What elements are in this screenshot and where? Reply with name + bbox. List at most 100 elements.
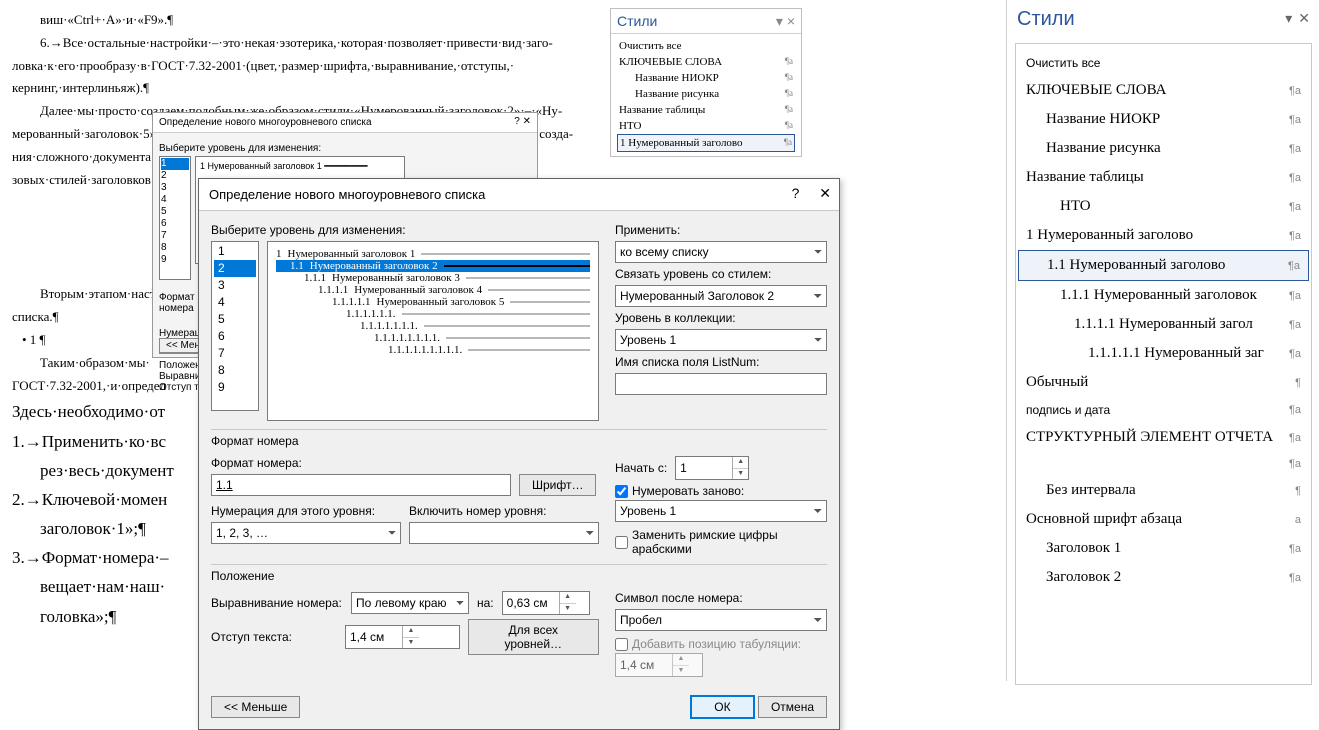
start-spinner[interactable]: ▲▼ (675, 456, 749, 480)
dlg-back-level-list[interactable]: 123456789 (159, 156, 191, 280)
link-style-select[interactable]: Нумерованный Заголовок 2 (615, 285, 827, 307)
styles-small-item[interactable]: Название рисунка¶a (617, 86, 795, 102)
dropdown-icon[interactable]: ▾ (1285, 10, 1292, 26)
follow-label: Символ после номера: (615, 591, 827, 605)
numtype-select[interactable]: 1, 2, 3, … (211, 522, 401, 544)
spin-down-icon[interactable]: ▼ (403, 638, 419, 649)
roman-checkbox[interactable]: Заменить римские цифры арабскими (615, 528, 827, 556)
spin-down-icon[interactable]: ▼ (733, 469, 748, 480)
all-levels-button[interactable]: Для всех уровней… (468, 619, 599, 655)
align-select[interactable]: По левому краю (351, 592, 469, 614)
apply-label: Применить: (615, 223, 827, 237)
collection-label: Уровень в коллекции: (615, 311, 827, 325)
cancel-button[interactable]: Отмена (758, 696, 827, 718)
spin-up-icon[interactable]: ▲ (403, 626, 419, 638)
apply-select[interactable]: ко всему списку (615, 241, 827, 263)
styles-big-title: Стили ▾✕ (1007, 0, 1319, 39)
styles-big-item[interactable]: 1.1.1.1.1 Нумерованный заг¶a (1018, 339, 1309, 368)
indent-spinner[interactable]: ▲▼ (345, 625, 460, 649)
styles-small-controls[interactable]: ▾ × (776, 13, 795, 30)
preview-row: 1Нумерованный заголовок 1 (276, 248, 590, 260)
styles-big-item[interactable]: 1.1.1.1 Нумерованный загол¶a (1018, 310, 1309, 339)
preview-row: 1.1.1.1.1.1.1.1.1. (276, 344, 590, 356)
preview-row: 1.1.1Нумерованный заголовок 3 (276, 272, 590, 284)
styles-small-item-selected[interactable]: 1 Нумерованный заголово¶a (617, 134, 795, 152)
listnum-label: Имя списка поля ListNum: (615, 355, 827, 369)
level-item[interactable]: 2 (214, 260, 256, 277)
dlg-back-level-label: Выберите уровень для изменения: (159, 143, 405, 154)
level-item[interactable]: 8 (214, 362, 256, 379)
tab-input (616, 654, 672, 676)
level-item[interactable]: 6 (214, 328, 256, 345)
styles-small-item[interactable]: Название таблицы¶a (617, 102, 795, 118)
level-item[interactable]: 9 (214, 379, 256, 396)
numtype-label: Нумерация для этого уровня: (211, 504, 401, 518)
preview-row: 1.1.1.1.1.1.1.1. (276, 332, 590, 344)
tab-spinner: ▲▼ (615, 653, 703, 677)
follow-select[interactable]: Пробел (615, 609, 827, 631)
styles-small-title-text: Стили (617, 13, 657, 29)
level-list[interactable]: 123456789 (211, 241, 259, 411)
level-item[interactable]: 4 (214, 294, 256, 311)
styles-small-clear[interactable]: Очистить все (617, 38, 795, 54)
at-input[interactable] (503, 592, 559, 614)
less-button[interactable]: << Меньше (211, 696, 300, 718)
start-label: Начать с: (615, 461, 667, 475)
dlg-back-titlebar: Определение нового многоуровневого списк… (153, 113, 537, 133)
close-icon[interactable]: ✕ (819, 185, 831, 201)
start-input[interactable] (676, 457, 732, 479)
styles-big-item[interactable]: ¶a (1018, 452, 1309, 476)
styles-big-item[interactable]: 1.1 Нумерованный заголово¶a (1018, 250, 1309, 281)
preview-row: 1.1.1.1.1.1. (276, 308, 590, 320)
styles-big-item[interactable]: СТРУКТУРНЫЙ ЭЛЕМЕНТ ОТЧЕТА¶a (1018, 423, 1309, 452)
spin-up-icon[interactable]: ▲ (733, 457, 748, 469)
styles-big-item[interactable]: Название таблицы¶a (1018, 163, 1309, 192)
at-spinner[interactable]: ▲▼ (502, 591, 590, 615)
styles-big-item[interactable]: 1 Нумерованный заголово¶a (1018, 221, 1309, 250)
preview-row: 1.1.1.1.1.1.1. (276, 320, 590, 332)
styles-small-item[interactable]: НТО¶a (617, 118, 795, 134)
styles-big-item[interactable]: Заголовок 1¶a (1018, 534, 1309, 563)
format-number-input[interactable] (211, 474, 511, 496)
font-button[interactable]: Шрифт… (519, 474, 596, 496)
styles-small-item[interactable]: Название НИОКР¶a (617, 70, 795, 86)
doc-line: ловка·к·его·прообразу·в·ГОСТ·7.32-2001·(… (12, 56, 572, 77)
doc-line: кернинг,·интерлиньяж).¶ (12, 78, 572, 99)
styles-big-item[interactable]: Название НИОКР¶a (1018, 105, 1309, 134)
styles-big-item[interactable]: Обычный¶ (1018, 368, 1309, 397)
styles-pane-big: Стили ▾✕ Очистить все КЛЮЧЕВЫЕ СЛОВА¶aНа… (1006, 0, 1319, 681)
ok-button[interactable]: ОК (690, 695, 754, 719)
position-section-label: Положение (211, 564, 827, 583)
level-item[interactable]: 3 (214, 277, 256, 294)
styles-big-item[interactable]: Заголовок 2¶a (1018, 563, 1309, 592)
styles-big-item[interactable]: КЛЮЧЕВЫЕ СЛОВА¶a (1018, 76, 1309, 105)
spin-up-icon[interactable]: ▲ (560, 592, 576, 604)
styles-big-item[interactable]: НТО¶a (1018, 192, 1309, 221)
at-label: на: (477, 596, 494, 610)
format-section-label: Формат номера (211, 429, 827, 448)
help-icon[interactable]: ? (792, 185, 800, 201)
restart-select[interactable]: Уровень 1 (615, 500, 827, 522)
styles-small-item[interactable]: КЛЮЧЕВЫЕ СЛОВА¶a (617, 54, 795, 70)
styles-big-item[interactable]: 1.1.1 Нумерованный заголовок¶a (1018, 281, 1309, 310)
level-item[interactable]: 7 (214, 345, 256, 362)
indent-input[interactable] (346, 626, 402, 648)
include-select[interactable] (409, 522, 599, 544)
level-item[interactable]: 5 (214, 311, 256, 328)
styles-pane-small: Стили ▾ × Очистить все КЛЮЧЕВЫЕ СЛОВА¶aН… (610, 8, 802, 157)
dlg-back-controls[interactable]: ? ✕ (514, 116, 531, 127)
styles-big-item[interactable]: Основной шрифт абзацаa (1018, 505, 1309, 534)
styles-big-item[interactable]: подпись и дата¶a (1018, 397, 1309, 423)
styles-big-item[interactable]: Название рисунка¶a (1018, 134, 1309, 163)
listnum-input[interactable] (615, 373, 827, 395)
styles-big-clear[interactable]: Очистить все (1018, 50, 1309, 76)
spin-down-icon[interactable]: ▼ (560, 604, 576, 615)
preview-row: 1.1.1.1.1Нумерованный заголовок 5 (276, 296, 590, 308)
level-item[interactable]: 1 (214, 243, 256, 260)
styles-big-item[interactable]: Без интервала¶ (1018, 476, 1309, 505)
close-icon[interactable]: ✕ (1298, 10, 1310, 26)
tab-checkbox[interactable]: Добавить позицию табуляции: (615, 637, 827, 651)
collection-select[interactable]: Уровень 1 (615, 329, 827, 351)
restart-checkbox[interactable]: Нумеровать заново: (615, 484, 827, 498)
dlg-back-title: Определение нового многоуровневого списк… (159, 117, 372, 128)
